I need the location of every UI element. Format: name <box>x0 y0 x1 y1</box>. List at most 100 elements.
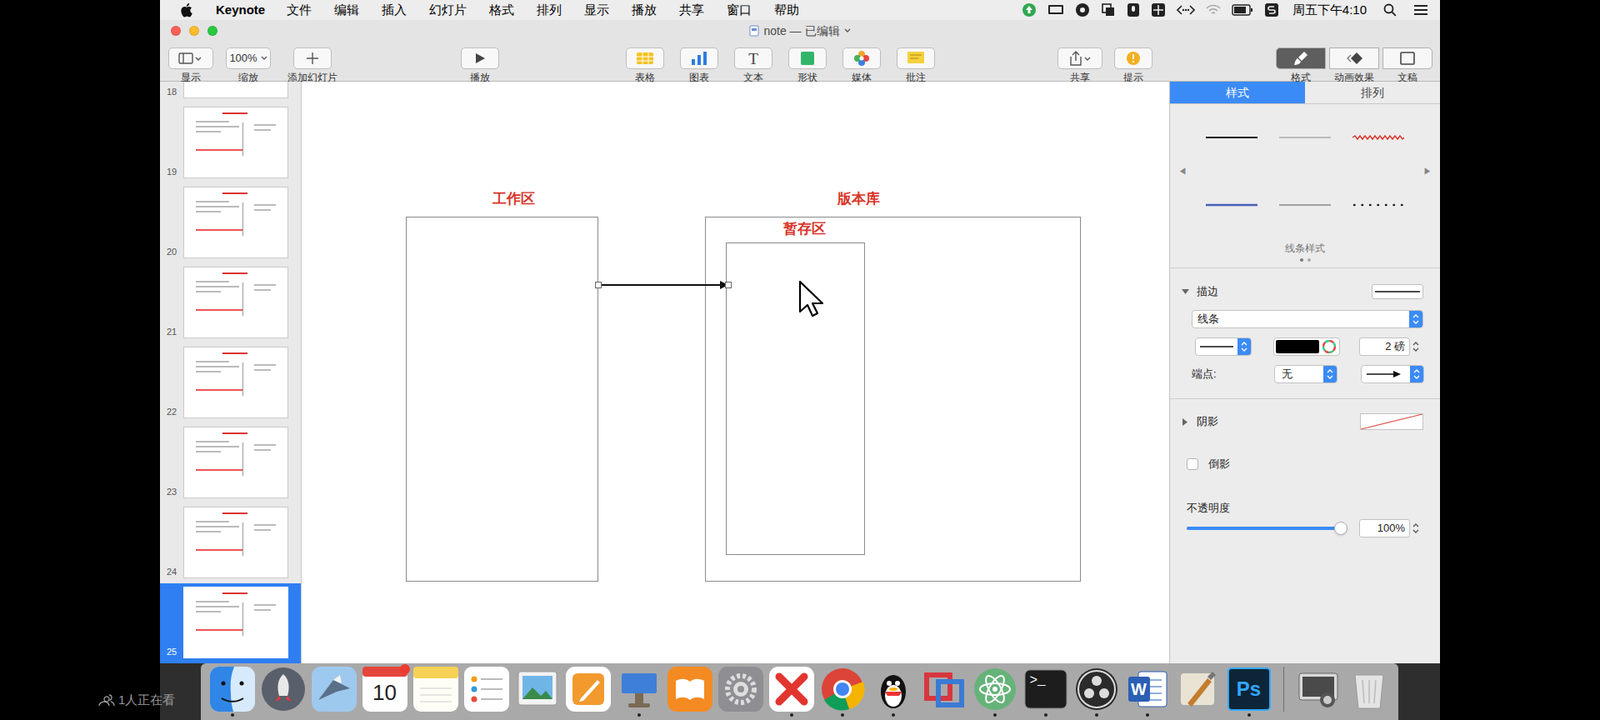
stroke-type-select[interactable]: 线条 <box>1191 310 1424 329</box>
line-style-option[interactable] <box>1195 120 1269 155</box>
share-button[interactable] <box>1057 47 1103 70</box>
play-button[interactable] <box>460 47 500 70</box>
app-menu[interactable]: Keynote <box>215 0 265 20</box>
word-icon[interactable]: W <box>1125 666 1170 712</box>
menu-item[interactable]: 播放 <box>631 0 657 20</box>
reflection-checkbox[interactable] <box>1186 458 1199 470</box>
dock-item[interactable] <box>511 666 563 717</box>
slide-thumbnail[interactable] <box>183 81 289 99</box>
keynote-icon[interactable] <box>616 666 662 712</box>
stepper-icon[interactable] <box>1412 340 1420 353</box>
window-icon[interactable] <box>1100 2 1116 18</box>
prev-button[interactable]: ◀ <box>1170 165 1195 178</box>
slide-item[interactable]: 22 <box>160 343 301 424</box>
dock-item[interactable] <box>257 666 309 717</box>
line-select[interactable] <box>1195 337 1252 356</box>
stepper-icon[interactable] <box>1412 522 1420 535</box>
menu-item[interactable]: 插入 <box>381 0 407 20</box>
dock-item[interactable]: Ps <box>1223 666 1275 717</box>
close-button[interactable] <box>170 25 181 36</box>
wifi-icon[interactable] <box>1205 4 1221 16</box>
repository-box[interactable] <box>705 216 1081 582</box>
dock-item[interactable] <box>969 666 1020 717</box>
launchpad-icon[interactable] <box>260 666 306 712</box>
settings-icon[interactable] <box>718 666 764 712</box>
dock-item[interactable]: 10 <box>359 666 410 717</box>
ibooks-icon[interactable] <box>667 666 713 712</box>
slide-item[interactable]: 21 <box>160 263 301 344</box>
chevron-icon[interactable] <box>844 28 851 34</box>
media-button[interactable] <box>842 47 881 70</box>
opacity-field[interactable]: 100% <box>1359 519 1410 538</box>
battery-icon[interactable] <box>1231 4 1254 16</box>
notes-icon[interactable] <box>413 666 459 712</box>
upload-icon[interactable] <box>1021 2 1037 18</box>
menu-item[interactable]: 帮助 <box>774 0 800 20</box>
chart-button[interactable] <box>680 47 719 70</box>
diagram-label[interactable]: 版本库 <box>775 190 942 209</box>
dock-item[interactable] <box>816 666 868 717</box>
line-style-option[interactable] <box>1268 120 1342 155</box>
parallels-icon[interactable] <box>921 666 967 712</box>
comment-button[interactable] <box>896 47 935 70</box>
menu-item[interactable]: 格式 <box>489 0 515 20</box>
display-icon[interactable] <box>1047 3 1065 17</box>
slide-item[interactable]: 24 <box>160 503 301 584</box>
disclosure-icon[interactable] <box>1181 418 1192 426</box>
obs-icon[interactable] <box>1074 666 1120 712</box>
opacity-slider[interactable] <box>1186 526 1341 530</box>
dock-item[interactable]: W <box>1121 666 1173 717</box>
terminal-icon[interactable]: >_ <box>1023 666 1069 712</box>
preview-icon[interactable] <box>515 666 560 712</box>
slide-thumbnail[interactable] <box>183 266 289 339</box>
diagram-label[interactable]: 工作区 <box>430 190 597 209</box>
mic-icon[interactable] <box>1126 2 1140 18</box>
search-icon[interactable] <box>1383 3 1397 17</box>
line-style-option[interactable] <box>1341 188 1415 222</box>
dock-item[interactable] <box>206 666 258 717</box>
clock[interactable]: 周五下午4:10 <box>1292 0 1367 20</box>
shape-button[interactable] <box>788 47 827 70</box>
dock-item[interactable] <box>715 666 766 717</box>
dock-item[interactable] <box>562 666 614 717</box>
slide-item[interactable]: 19 <box>160 103 301 184</box>
slide-item[interactable]: 20 <box>160 183 301 264</box>
dock-item[interactable] <box>765 666 817 717</box>
slide-thumbnail[interactable] <box>183 586 289 659</box>
menu-item[interactable]: 窗口 <box>726 0 752 20</box>
mail-icon[interactable] <box>311 666 357 712</box>
xmind-icon[interactable] <box>769 666 815 712</box>
menu-item[interactable]: 显示 <box>584 0 610 20</box>
inspector-tab[interactable]: 排列 <box>1305 81 1440 104</box>
dock-item[interactable] <box>613 666 665 717</box>
work-area-box[interactable] <box>405 216 599 582</box>
slide-thumbnail[interactable] <box>183 106 289 179</box>
inspector-tab[interactable]: 样式 <box>1170 81 1305 104</box>
slide-thumbnail[interactable] <box>183 426 289 499</box>
selection-handle[interactable] <box>595 281 602 289</box>
line-style-option[interactable] <box>1268 188 1342 222</box>
slide-thumbnail[interactable] <box>183 346 289 419</box>
dock-item[interactable]: >_ <box>1020 666 1071 717</box>
staging-box[interactable] <box>725 242 865 555</box>
s-app-icon[interactable] <box>1264 2 1280 18</box>
color-well[interactable] <box>1273 337 1340 356</box>
menu-item[interactable]: 文件 <box>286 0 312 20</box>
trash-icon[interactable] <box>1346 666 1392 712</box>
minimize-button[interactable] <box>189 25 200 36</box>
tip-button[interactable] <box>1114 47 1153 70</box>
dock-item[interactable] <box>308 666 360 717</box>
qq-icon[interactable] <box>870 666 916 712</box>
dock-item[interactable] <box>918 666 970 717</box>
shadow-none-preview[interactable] <box>1360 413 1424 430</box>
apple-icon[interactable] <box>180 2 194 18</box>
line-style-option[interactable] <box>1341 120 1415 155</box>
stroke-width-field[interactable]: 2 磅 <box>1359 337 1410 356</box>
menu-item[interactable]: 幻灯片 <box>429 0 467 20</box>
pages-icon[interactable] <box>565 666 611 712</box>
photoshop-icon[interactable]: Ps <box>1226 666 1272 712</box>
animate-button[interactable] <box>1329 47 1380 70</box>
add-button[interactable] <box>293 47 332 70</box>
atom-icon[interactable] <box>972 666 1018 712</box>
dock-item[interactable] <box>460 666 512 717</box>
